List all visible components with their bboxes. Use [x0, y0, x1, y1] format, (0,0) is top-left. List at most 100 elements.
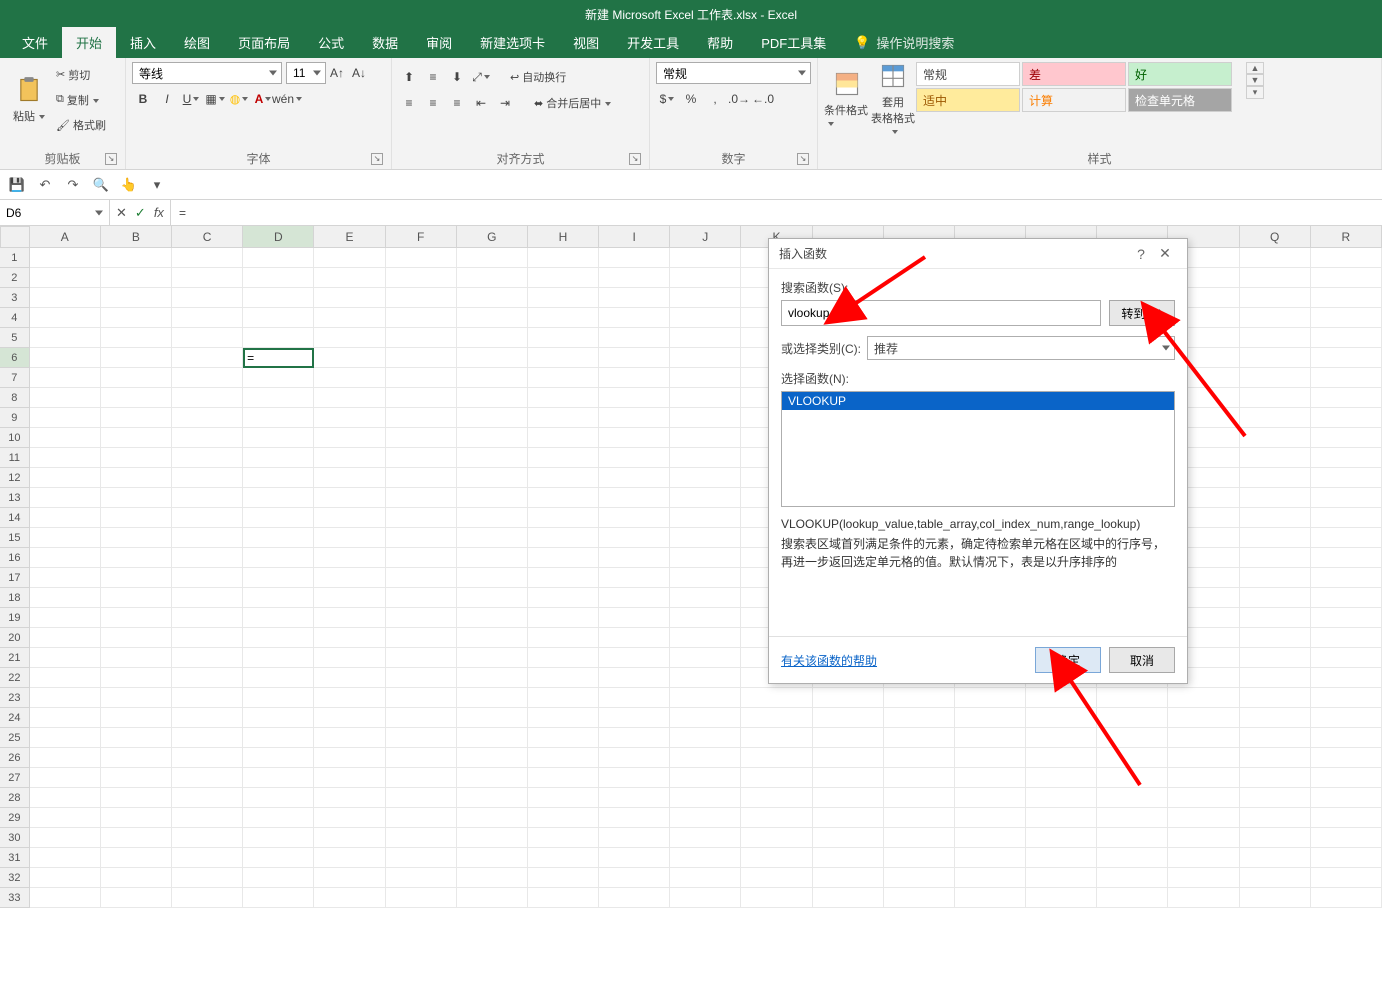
- tab-help[interactable]: 帮助: [693, 27, 747, 58]
- cell[interactable]: [172, 848, 243, 868]
- orientation-button[interactable]: ⤢: [470, 66, 492, 88]
- cell[interactable]: [528, 708, 599, 728]
- cell[interactable]: [101, 248, 172, 268]
- cancel-button[interactable]: 取消: [1109, 647, 1175, 673]
- cell[interactable]: [1311, 448, 1382, 468]
- bold-button[interactable]: B: [132, 88, 154, 110]
- cell[interactable]: [813, 768, 884, 788]
- row-header[interactable]: 22: [0, 668, 30, 688]
- cell[interactable]: [528, 248, 599, 268]
- cell[interactable]: [172, 308, 243, 328]
- cell[interactable]: [386, 708, 457, 728]
- cell[interactable]: [243, 448, 314, 468]
- cell[interactable]: [1240, 628, 1311, 648]
- cell[interactable]: [243, 668, 314, 688]
- cell[interactable]: [528, 468, 599, 488]
- cut-button[interactable]: ✂ 剪切: [52, 64, 110, 86]
- cell[interactable]: [1240, 288, 1311, 308]
- tab-file[interactable]: 文件: [8, 27, 62, 58]
- cell[interactable]: [30, 248, 101, 268]
- cell[interactable]: [741, 828, 812, 848]
- cell[interactable]: [172, 348, 243, 368]
- cell[interactable]: [457, 828, 528, 848]
- cell[interactable]: [314, 368, 385, 388]
- alignment-dialog-launcher[interactable]: ↘: [629, 153, 641, 165]
- cell[interactable]: [30, 688, 101, 708]
- cell[interactable]: [101, 448, 172, 468]
- cell[interactable]: [599, 348, 670, 368]
- row-header[interactable]: 16: [0, 548, 30, 568]
- cell[interactable]: [172, 708, 243, 728]
- cell[interactable]: [30, 488, 101, 508]
- cell[interactable]: [314, 648, 385, 668]
- row-header[interactable]: 32: [0, 868, 30, 888]
- cell[interactable]: [243, 248, 314, 268]
- cell[interactable]: [457, 308, 528, 328]
- cell[interactable]: [243, 748, 314, 768]
- cell[interactable]: [386, 508, 457, 528]
- cell[interactable]: [528, 408, 599, 428]
- align-right-button[interactable]: ≡: [446, 92, 468, 114]
- cell[interactable]: [1026, 848, 1097, 868]
- cell[interactable]: [30, 368, 101, 388]
- cell[interactable]: [741, 888, 812, 908]
- copy-button[interactable]: ⧉ 复制: [52, 89, 110, 111]
- number-dialog-launcher[interactable]: ↘: [797, 153, 809, 165]
- cell[interactable]: [386, 748, 457, 768]
- cell[interactable]: [457, 568, 528, 588]
- cell[interactable]: [386, 468, 457, 488]
- cell[interactable]: [599, 288, 670, 308]
- cell[interactable]: [101, 848, 172, 868]
- cell[interactable]: [386, 788, 457, 808]
- cell[interactable]: [813, 788, 884, 808]
- cell[interactable]: [599, 688, 670, 708]
- cell[interactable]: [314, 768, 385, 788]
- cell[interactable]: [314, 728, 385, 748]
- cell[interactable]: [528, 868, 599, 888]
- cell[interactable]: [741, 688, 812, 708]
- category-select[interactable]: 推荐: [867, 336, 1175, 360]
- cell[interactable]: [1240, 828, 1311, 848]
- cell[interactable]: [172, 488, 243, 508]
- row-header[interactable]: 28: [0, 788, 30, 808]
- cell[interactable]: [386, 628, 457, 648]
- column-header[interactable]: E: [314, 226, 385, 248]
- cell[interactable]: [172, 668, 243, 688]
- cell[interactable]: [1097, 728, 1168, 748]
- cell[interactable]: [1311, 688, 1382, 708]
- cell[interactable]: [599, 328, 670, 348]
- cell[interactable]: [599, 628, 670, 648]
- cell[interactable]: [386, 608, 457, 628]
- cell[interactable]: [884, 688, 955, 708]
- cell[interactable]: [813, 888, 884, 908]
- cell[interactable]: [101, 828, 172, 848]
- align-left-button[interactable]: ≡: [398, 92, 420, 114]
- cell[interactable]: [813, 708, 884, 728]
- cell[interactable]: [528, 728, 599, 748]
- cell[interactable]: [243, 688, 314, 708]
- cell[interactable]: [1311, 588, 1382, 608]
- cell[interactable]: [101, 608, 172, 628]
- cell[interactable]: [670, 428, 741, 448]
- cell[interactable]: [670, 728, 741, 748]
- cell[interactable]: [314, 548, 385, 568]
- cell[interactable]: [1240, 448, 1311, 468]
- row-header[interactable]: 21: [0, 648, 30, 668]
- cell[interactable]: [243, 368, 314, 388]
- cell[interactable]: [1311, 368, 1382, 388]
- cell[interactable]: [101, 668, 172, 688]
- cell[interactable]: [386, 848, 457, 868]
- cell[interactable]: [1168, 748, 1239, 768]
- cell[interactable]: [314, 408, 385, 428]
- cell[interactable]: [101, 628, 172, 648]
- row-header[interactable]: 2: [0, 268, 30, 288]
- row-header[interactable]: 8: [0, 388, 30, 408]
- tab-draw[interactable]: 绘图: [170, 27, 224, 58]
- cell[interactable]: [457, 528, 528, 548]
- cell[interactable]: [457, 448, 528, 468]
- cell[interactable]: [30, 868, 101, 888]
- cell[interactable]: [457, 768, 528, 788]
- cell[interactable]: [1240, 708, 1311, 728]
- cell[interactable]: [599, 468, 670, 488]
- row-header[interactable]: 23: [0, 688, 30, 708]
